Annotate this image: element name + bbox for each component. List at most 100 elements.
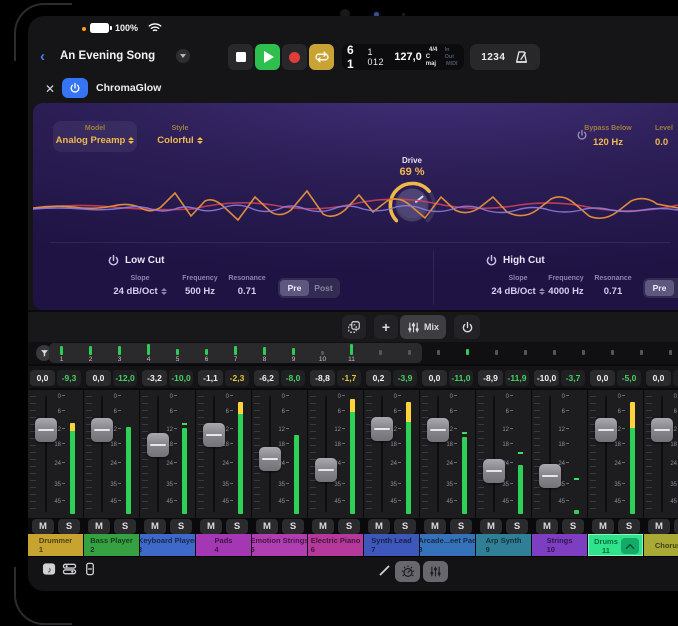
peak-hold-tick	[462, 432, 467, 434]
volume-readout[interactable]: -3,2	[142, 370, 167, 386]
db-scale-label: 0	[394, 394, 401, 400]
db-scale-label: 18	[110, 442, 121, 448]
volume-readout[interactable]: -10,0	[534, 370, 559, 386]
db-scale-label: 24	[334, 461, 345, 467]
volume-readout[interactable]: -8,9	[478, 370, 503, 386]
solo-button[interactable]: S	[282, 519, 304, 534]
db-scale-label: 45	[110, 499, 121, 505]
track-name: Arcade...eet Pad	[420, 536, 475, 545]
plugins-button[interactable]	[62, 562, 77, 581]
mute-button[interactable]: M	[312, 519, 334, 534]
bottom-toolbar	[28, 556, 678, 591]
db-scale-label: 24	[166, 461, 177, 467]
track-name-cell[interactable]: Keyboard Player 3	[140, 534, 195, 556]
volume-readout[interactable]: 0,0	[646, 370, 671, 386]
peak-readout: -3,7	[561, 370, 585, 386]
track-name-cell[interactable]: Pads 4	[196, 534, 251, 556]
fader-ticks	[646, 396, 652, 512]
mute-button[interactable]: M	[480, 519, 502, 534]
dial-icon	[401, 565, 415, 579]
db-scale-label: 6	[618, 409, 625, 415]
track-name-cell[interactable]: Chorus V	[644, 534, 678, 556]
db-scale: 061218243545	[329, 390, 347, 518]
db-scale-label: 12	[390, 427, 401, 433]
db-scale-label: 24	[446, 461, 457, 467]
mute-button[interactable]: M	[88, 519, 110, 534]
mute-button[interactable]: M	[368, 519, 390, 534]
track-name-cell[interactable]: Electric Piano 6	[308, 534, 363, 556]
solo-button[interactable]: S	[618, 519, 640, 534]
peak-hold-tick	[574, 478, 579, 480]
smart-controls-button[interactable]	[395, 561, 420, 582]
db-scale-label: 18	[334, 442, 345, 448]
track-name-cell[interactable]: Drummer 1	[28, 534, 83, 556]
loops-browser-button[interactable]: ♪	[42, 562, 57, 581]
db-scale: 061218243545	[385, 390, 403, 518]
fader-track: 061218243545	[84, 390, 139, 518]
peak-readout: -9,3	[57, 370, 81, 386]
db-scale-label: 6	[282, 409, 289, 415]
solo-button[interactable]: S	[226, 519, 248, 534]
solo-button[interactable]: S	[562, 519, 584, 534]
track-name-cell[interactable]: Bass Player 2	[84, 534, 139, 556]
track-name-cell[interactable]: Strings 10	[532, 534, 587, 556]
db-scale-label: 12	[334, 427, 345, 433]
track-name-cell[interactable]: Synth Lead 7	[364, 534, 419, 556]
screen: 100% ‹ An Evening Song 6 1	[28, 16, 678, 591]
volume-readout[interactable]: -8,8	[310, 370, 335, 386]
mute-button[interactable]: M	[536, 519, 558, 534]
volume-readout[interactable]: -1,1	[198, 370, 223, 386]
db-scale-label: 45	[446, 499, 457, 505]
db-scale-label: 35	[390, 482, 401, 488]
db-scale-label: 45	[278, 499, 289, 505]
volume-readout[interactable]: 0,0	[590, 370, 615, 386]
fader-controls-button[interactable]	[84, 562, 96, 581]
solo-button[interactable]: S	[170, 519, 192, 534]
track-number: 7	[371, 545, 411, 554]
mute-button[interactable]: M	[256, 519, 278, 534]
track-name: Synth Lead	[371, 536, 411, 545]
db-scale-label: 45	[222, 499, 233, 505]
solo-button[interactable]: S	[114, 519, 136, 534]
solo-button[interactable]: S	[394, 519, 416, 534]
edit-pencil-button[interactable]	[378, 564, 391, 582]
channel-strip: -3,2 -10,0 061218243545 M S Keyboard Pla…	[140, 366, 195, 556]
track-number: 8	[420, 545, 475, 554]
db-scale-label: 12	[166, 427, 177, 433]
mute-button[interactable]: M	[424, 519, 446, 534]
db-scale: 061218243545	[273, 390, 291, 518]
mute-button[interactable]: M	[592, 519, 614, 534]
solo-button[interactable]: S	[58, 519, 80, 534]
volume-readout[interactable]: -6,2	[254, 370, 279, 386]
level-meter	[70, 423, 75, 514]
mute-button[interactable]: M	[32, 519, 54, 534]
track-name-cell[interactable]: Arp Synth 9	[476, 534, 531, 556]
db-scale-label: 24	[110, 461, 121, 467]
track-name-cell[interactable]: Emotion Strings 5	[252, 534, 307, 556]
peak-readout: -5,0	[617, 370, 641, 386]
mixer-view-button[interactable]	[423, 561, 448, 582]
level-meter	[518, 465, 523, 514]
fader-rail	[549, 396, 551, 512]
mute-button[interactable]: M	[648, 519, 670, 534]
db-scale-label: 12	[222, 427, 233, 433]
solo-button[interactable]: S	[338, 519, 360, 534]
db-scale-label: 35	[334, 482, 345, 488]
volume-readout[interactable]: 0,0	[30, 370, 55, 386]
track-name-cell[interactable]: Arcade...eet Pad 8	[420, 534, 475, 556]
solo-button[interactable]: S	[674, 519, 678, 534]
peak-readout: -1,7	[337, 370, 361, 386]
mute-button[interactable]: M	[144, 519, 166, 534]
track-number: 6	[311, 545, 361, 554]
collapse-button[interactable]	[621, 538, 639, 554]
solo-button[interactable]: S	[450, 519, 472, 534]
fader-ticks	[534, 396, 540, 512]
volume-readout[interactable]: 0,2	[366, 370, 391, 386]
track-name-cell[interactable]: Drums 11	[588, 534, 643, 556]
solo-button[interactable]: S	[506, 519, 528, 534]
db-scale-label: 0	[618, 394, 625, 400]
volume-readout[interactable]: 0,0	[422, 370, 447, 386]
volume-readout[interactable]: 0,0	[86, 370, 111, 386]
mute-button[interactable]: M	[200, 519, 222, 534]
db-scale-label: 24	[502, 461, 513, 467]
